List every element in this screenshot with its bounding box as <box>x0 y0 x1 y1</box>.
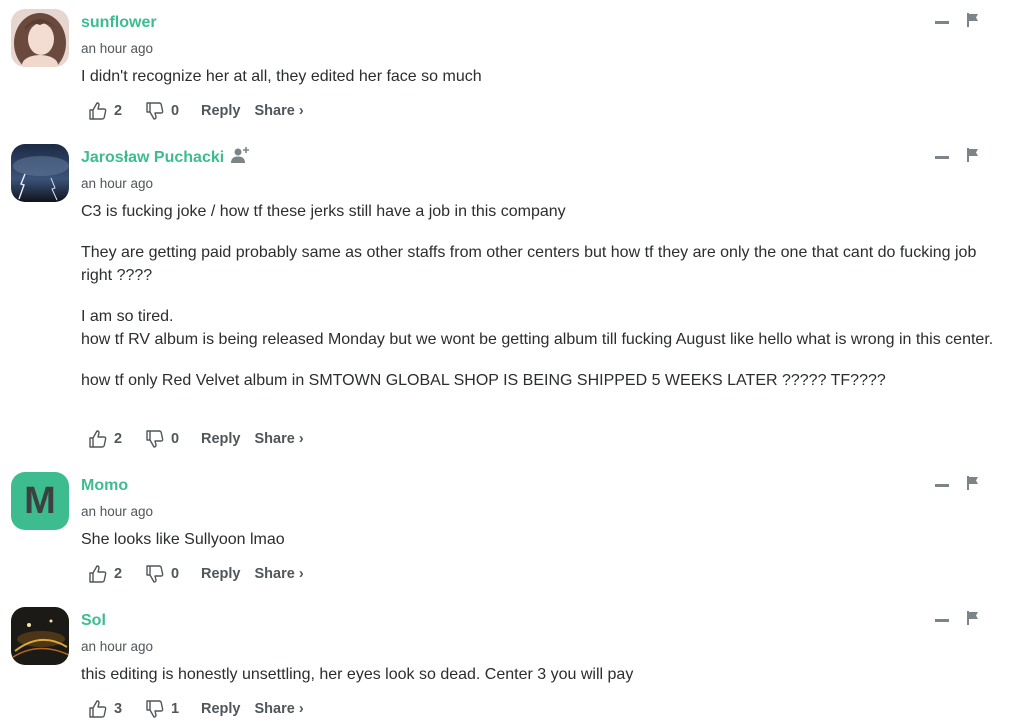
minimize-icon[interactable] <box>935 484 949 487</box>
reply-button[interactable]: Reply <box>201 566 241 582</box>
reply-button[interactable]: Reply <box>201 103 241 119</box>
comment-actions: 3 1 Reply Share › <box>88 697 304 721</box>
upvote-button[interactable]: 2 <box>88 564 145 584</box>
comment-text: C3 is fucking joke / how tf these jerks … <box>81 203 566 220</box>
upvote-button[interactable]: 3 <box>88 699 145 719</box>
avatar[interactable] <box>11 144 69 202</box>
thumbs-up-icon <box>88 699 108 719</box>
avatar[interactable]: M <box>11 472 69 530</box>
timestamp[interactable]: an hour ago <box>81 176 153 191</box>
comment-text: how tf RV album is being released Monday… <box>81 331 994 348</box>
comment-actions: 2 0 Reply Share › <box>88 562 304 586</box>
minimize-icon[interactable] <box>935 619 949 622</box>
upvote-count: 2 <box>114 566 123 582</box>
thumbs-down-icon <box>145 699 165 719</box>
downvote-button[interactable]: 0 <box>145 429 201 449</box>
comment-item: sunflower an hour ago I didn't recognize… <box>0 0 1018 135</box>
timestamp[interactable]: an hour ago <box>81 504 153 519</box>
thumbs-down-icon <box>145 429 165 449</box>
downvote-count: 0 <box>171 566 180 582</box>
flag-icon[interactable] <box>967 476 979 495</box>
author-name[interactable]: Sol <box>81 612 106 630</box>
comment-item: Jarosław Puchacki an hour ago C3 is fuck… <box>0 135 1018 463</box>
comment-text: I am so tired. <box>81 307 174 325</box>
upvote-button[interactable]: 2 <box>88 101 145 121</box>
author-name[interactable]: Momo <box>81 477 128 495</box>
minimize-icon[interactable] <box>935 21 949 24</box>
follow-user-icon[interactable] <box>231 146 251 169</box>
share-button[interactable]: Share › <box>255 566 304 582</box>
flag-icon[interactable] <box>967 148 979 167</box>
comment-item: M Momo an hour ago She looks like Sullyo… <box>0 463 1018 598</box>
timestamp[interactable]: an hour ago <box>81 41 153 56</box>
thumbs-down-icon <box>145 564 165 584</box>
comment-actions: 2 0 Reply Share › <box>88 427 304 451</box>
avatar-letter: M <box>24 479 56 522</box>
comment-item: Sol an hour ago this editing is honestly… <box>0 598 1018 728</box>
share-button[interactable]: Share › <box>255 701 304 717</box>
upvote-button[interactable]: 2 <box>88 429 145 449</box>
reply-button[interactable]: Reply <box>201 431 241 447</box>
upvote-count: 3 <box>114 701 123 717</box>
thumbs-up-icon <box>88 429 108 449</box>
comment-body: C3 is fucking joke / how tf these jerks … <box>81 200 1006 409</box>
thumbs-down-icon <box>145 101 165 121</box>
comment-text: how tf only Red Velvet album in SMTOWN G… <box>81 371 886 389</box>
avatar[interactable] <box>11 9 69 67</box>
share-button[interactable]: Share › <box>255 431 304 447</box>
comment-text: She looks like Sullyoon lmao <box>81 531 285 548</box>
comment-text: They are getting paid probably same as o… <box>81 243 977 285</box>
reply-button[interactable]: Reply <box>201 701 241 717</box>
downvote-button[interactable]: 1 <box>145 699 201 719</box>
downvote-count: 0 <box>171 431 180 447</box>
comment-actions: 2 0 Reply Share › <box>88 99 304 123</box>
flag-icon[interactable] <box>967 611 979 630</box>
comment-text: I didn't recognize her at all, they edit… <box>81 68 482 85</box>
minimize-icon[interactable] <box>935 156 949 159</box>
downvote-count: 0 <box>171 103 180 119</box>
downvote-button[interactable]: 0 <box>145 101 201 121</box>
upvote-count: 2 <box>114 431 123 447</box>
author-name[interactable]: Jarosław Puchacki <box>81 149 224 167</box>
timestamp[interactable]: an hour ago <box>81 639 153 654</box>
comment-text: this editing is honestly unsettling, her… <box>81 666 634 683</box>
thumbs-up-icon <box>88 101 108 121</box>
avatar[interactable] <box>11 607 69 665</box>
upvote-count: 2 <box>114 103 123 119</box>
share-button[interactable]: Share › <box>255 103 304 119</box>
flag-icon[interactable] <box>967 13 979 32</box>
downvote-button[interactable]: 0 <box>145 564 201 584</box>
author-name[interactable]: sunflower <box>81 14 157 32</box>
downvote-count: 1 <box>171 701 180 717</box>
thumbs-up-icon <box>88 564 108 584</box>
